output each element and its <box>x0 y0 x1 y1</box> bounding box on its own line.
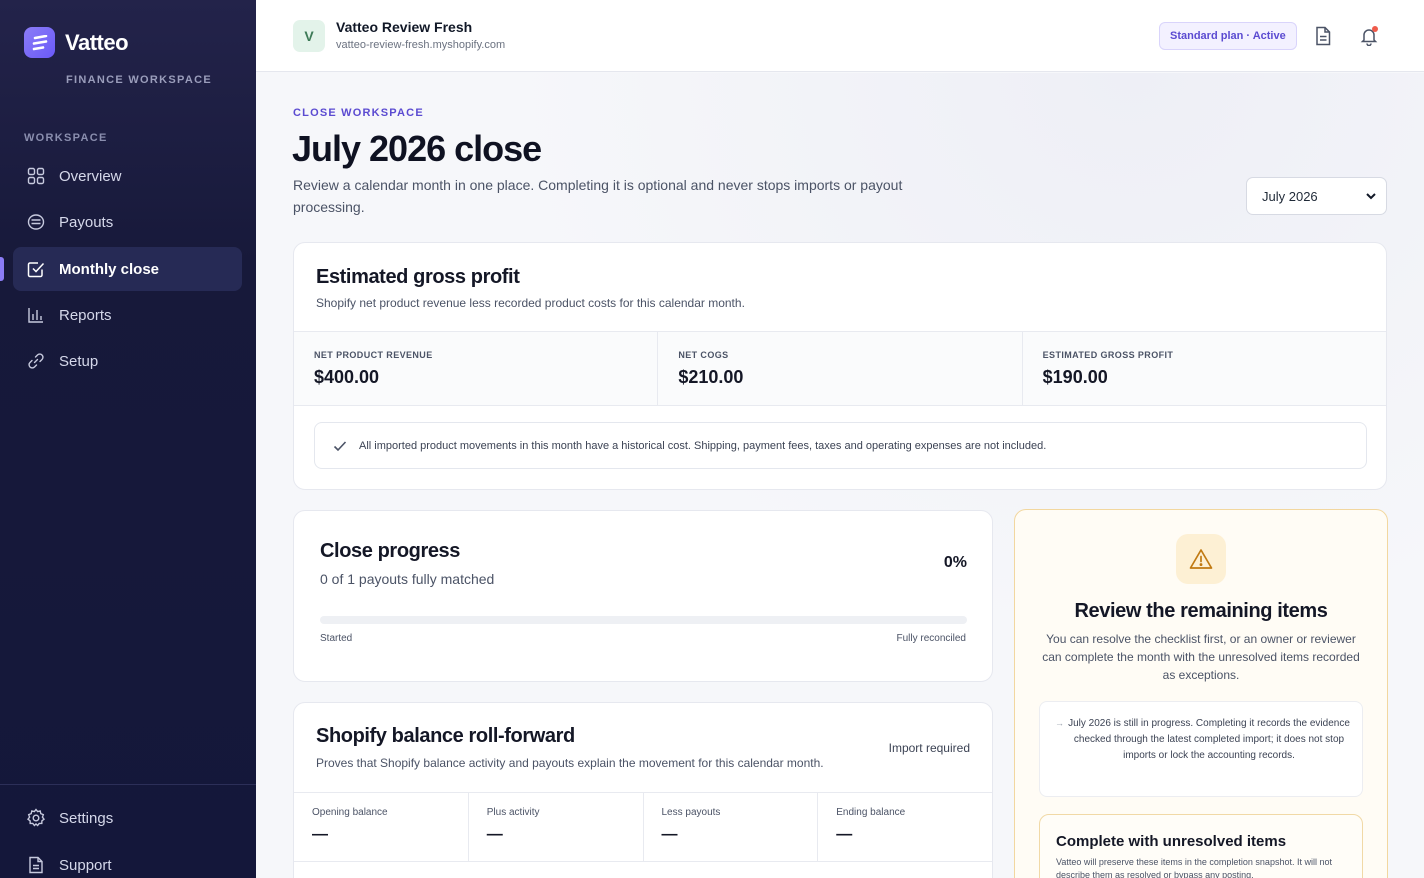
complete-option-text: Vatteo will preserve these items in the … <box>1056 857 1332 878</box>
roll-forward-row: Opening balance — Plus activity — Less p… <box>294 792 992 862</box>
rf-value: — <box>486 826 503 843</box>
sidebar-item-label: Setup <box>59 352 99 370</box>
metric-value: $400.00 <box>314 367 380 387</box>
gear-icon <box>26 808 46 828</box>
gross-profit-subtitle: Shopify net product revenue less recorde… <box>316 296 745 310</box>
in-progress-note: → July 2026 is still in progress. Comple… <box>1039 701 1363 797</box>
page-eyebrow: CLOSE WORKSPACE <box>293 107 424 119</box>
metric-net-product-revenue: NET PRODUCT REVENUE $400.00 <box>294 332 659 405</box>
chevron-down-icon <box>1365 190 1377 205</box>
link-icon <box>26 351 46 371</box>
checkbox-icon <box>26 259 46 279</box>
metric-value: $210.00 <box>678 367 744 387</box>
metric-label: NET PRODUCT REVENUE <box>314 350 433 360</box>
coins-icon <box>26 212 46 232</box>
review-remaining-card: Review the remaining items You can resol… <box>1014 509 1388 878</box>
sidebar-item-label: Reports <box>59 306 112 324</box>
roll-forward-subtitle: Proves that Shopify balance activity and… <box>316 756 824 770</box>
metric-value: $190.00 <box>1042 367 1108 387</box>
sidebar-item-reports[interactable]: Reports <box>13 293 242 337</box>
rf-label: Less payouts <box>661 807 721 818</box>
sidebar-item-label: Payouts <box>59 213 114 231</box>
in-progress-text: July 2026 is still in progress. Completi… <box>1068 718 1350 761</box>
roll-forward-status: Import required <box>888 741 970 755</box>
metric-label: NET COGS <box>678 350 729 360</box>
close-progress-percent: 0% <box>943 554 967 571</box>
grid-icon <box>26 166 46 186</box>
review-title: Review the remaining items <box>1074 600 1328 622</box>
workspace-section-label: WORKSPACE <box>24 132 108 144</box>
rf-value: — <box>312 826 328 843</box>
metric-estimated-gross-profit: ESTIMATED GROSS PROFIT $190.00 <box>1023 332 1386 405</box>
rf-label: Plus activity <box>486 807 540 818</box>
complete-option-title: Complete with unresolved items <box>1056 833 1287 850</box>
sidebar-item-support[interactable]: Support <box>13 843 242 878</box>
progress-end-label: Fully reconciled <box>896 633 966 644</box>
complete-with-unresolved-option[interactable]: Complete with unresolved items Vatteo wi… <box>1039 814 1363 878</box>
page-description: Review a calendar month in one place. Co… <box>293 177 903 215</box>
month-select[interactable]: July 2026 <box>1246 177 1387 215</box>
metric-net-cogs: NET COGS $210.00 <box>658 332 1023 405</box>
sidebar: Vatteo FINANCE WORKSPACE WORKSPACE Overv… <box>0 0 256 878</box>
sidebar-item-settings[interactable]: Settings <box>13 796 242 840</box>
metric-label: ESTIMATED GROSS PROFIT <box>1042 350 1174 360</box>
bar-chart-icon <box>26 305 46 325</box>
close-progress-title: Close progress <box>320 540 461 562</box>
top-bar: V Vatteo Review Fresh vatteo-review-fres… <box>256 0 1424 72</box>
plus-activity-cell: Plus activity — <box>469 793 644 861</box>
sidebar-item-label: Overview <box>59 167 122 185</box>
cost-coverage-text: All imported product movements in this m… <box>359 439 1047 452</box>
sidebar-item-payouts[interactable]: Payouts <box>13 200 242 244</box>
roll-forward-card: Shopify balance roll-forward Proves that… <box>293 702 993 878</box>
brand[interactable]: Vatteo <box>24 27 129 58</box>
plan-badge[interactable]: Standard plan · Active <box>1159 22 1297 50</box>
progress-start-label: Started <box>320 633 353 644</box>
document-icon <box>26 855 46 875</box>
vatteo-logo-icon <box>24 27 55 58</box>
brand-name: Vatteo <box>65 29 129 55</box>
ending-balance-cell: Ending balance — <box>818 793 992 861</box>
roll-forward-title: Shopify balance roll-forward <box>316 725 575 747</box>
page-title: July 2026 close <box>292 128 542 169</box>
active-indicator <box>0 257 4 281</box>
warning-icon <box>1176 534 1226 584</box>
document-icon[interactable] <box>1312 24 1334 48</box>
arrow-right-icon: → <box>1055 718 1064 728</box>
close-progress-subtitle: 0 of 1 payouts fully matched <box>320 571 495 587</box>
close-progress-card: Close progress 0 of 1 payouts fully matc… <box>293 510 993 682</box>
month-select-value: July 2026 <box>1262 188 1318 204</box>
sidebar-divider <box>0 784 256 785</box>
sidebar-item-monthly-close[interactable]: Monthly close <box>13 247 242 291</box>
rf-value: — <box>661 826 678 843</box>
less-payouts-cell: Less payouts — <box>644 793 819 861</box>
review-body: You can resolve the checklist first, or … <box>1042 632 1360 682</box>
sidebar-item-setup[interactable]: Setup <box>13 339 242 383</box>
store-name: Vatteo Review Fresh <box>336 19 473 35</box>
sidebar-item-overview[interactable]: Overview <box>13 154 242 198</box>
rf-value: — <box>836 826 853 843</box>
close-progress-bar <box>320 616 967 624</box>
bell-icon[interactable] <box>1358 24 1380 48</box>
cost-coverage-note: All imported product movements in this m… <box>314 422 1367 469</box>
store-url: vatteo-review-fresh.myshopify.com <box>336 39 506 51</box>
opening-balance-cell: Opening balance — <box>294 793 469 861</box>
gross-profit-card: Estimated gross profit Shopify net produ… <box>293 242 1387 490</box>
gross-profit-title: Estimated gross profit <box>316 266 520 288</box>
rf-label: Opening balance <box>312 807 388 818</box>
brand-subtitle: FINANCE WORKSPACE <box>66 74 212 86</box>
sidebar-item-label: Support <box>59 856 112 874</box>
metric-row: NET PRODUCT REVENUE $400.00 NET COGS $21… <box>294 331 1386 406</box>
rf-label: Ending balance <box>836 807 906 818</box>
notification-dot <box>1372 26 1378 32</box>
check-icon <box>333 440 347 452</box>
sidebar-item-label: Monthly close <box>59 260 160 278</box>
sidebar-item-label: Settings <box>59 809 114 827</box>
store-avatar[interactable]: V <box>293 20 325 52</box>
